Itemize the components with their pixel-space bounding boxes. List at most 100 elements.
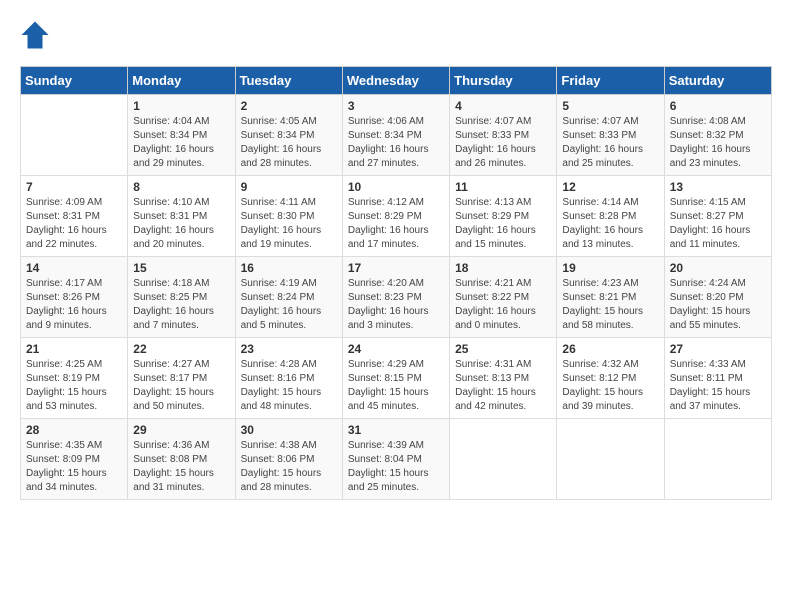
calendar-week-row: 28 Sunrise: 4:35 AM Sunset: 8:09 PM Dayli… [21, 419, 772, 500]
day-number: 28 [26, 423, 122, 437]
calendar-cell: 23 Sunrise: 4:28 AM Sunset: 8:16 PM Dayli… [235, 338, 342, 419]
weekday-header-saturday: Saturday [664, 67, 771, 95]
calendar-cell: 5 Sunrise: 4:07 AM Sunset: 8:33 PM Daylig… [557, 95, 664, 176]
day-info: Sunrise: 4:28 AM Sunset: 8:16 PM Dayligh… [241, 358, 337, 414]
day-number: 25 [455, 342, 551, 356]
day-info: Sunrise: 4:11 AM Sunset: 8:30 PM Dayligh… [241, 196, 337, 252]
day-info: Sunrise: 4:13 AM Sunset: 8:29 PM Dayligh… [455, 196, 551, 252]
day-number: 7 [26, 180, 122, 194]
day-number: 16 [241, 261, 337, 275]
day-number: 17 [348, 261, 444, 275]
day-number: 1 [133, 99, 229, 113]
calendar-cell [21, 95, 128, 176]
day-number: 13 [670, 180, 766, 194]
day-info: Sunrise: 4:07 AM Sunset: 8:33 PM Dayligh… [562, 115, 658, 171]
day-number: 8 [133, 180, 229, 194]
day-info: Sunrise: 4:23 AM Sunset: 8:21 PM Dayligh… [562, 277, 658, 333]
calendar-week-row: 7 Sunrise: 4:09 AM Sunset: 8:31 PM Daylig… [21, 176, 772, 257]
day-info: Sunrise: 4:06 AM Sunset: 8:34 PM Dayligh… [348, 115, 444, 171]
day-info: Sunrise: 4:32 AM Sunset: 8:12 PM Dayligh… [562, 358, 658, 414]
calendar-cell: 2 Sunrise: 4:05 AM Sunset: 8:34 PM Daylig… [235, 95, 342, 176]
day-info: Sunrise: 4:27 AM Sunset: 8:17 PM Dayligh… [133, 358, 229, 414]
calendar-cell: 11 Sunrise: 4:13 AM Sunset: 8:29 PM Dayli… [450, 176, 557, 257]
day-info: Sunrise: 4:29 AM Sunset: 8:15 PM Dayligh… [348, 358, 444, 414]
calendar-cell: 13 Sunrise: 4:15 AM Sunset: 8:27 PM Dayli… [664, 176, 771, 257]
day-number: 10 [348, 180, 444, 194]
calendar-week-row: 14Sunrise: 4:17 AM Sunset: 8:26 PM Dayli… [21, 257, 772, 338]
calendar-cell: 15Sunrise: 4:18 AM Sunset: 8:25 PM Dayli… [128, 257, 235, 338]
day-info: Sunrise: 4:35 AM Sunset: 8:09 PM Dayligh… [26, 439, 122, 495]
calendar-cell: 9 Sunrise: 4:11 AM Sunset: 8:30 PM Daylig… [235, 176, 342, 257]
calendar-cell: 30Sunrise: 4:38 AM Sunset: 8:06 PM Dayli… [235, 419, 342, 500]
day-info: Sunrise: 4:33 AM Sunset: 8:11 PM Dayligh… [670, 358, 766, 414]
calendar-cell: 27 Sunrise: 4:33 AM Sunset: 8:11 PM Dayli… [664, 338, 771, 419]
day-number: 20 [670, 261, 766, 275]
day-number: 29 [133, 423, 229, 437]
day-number: 21 [26, 342, 122, 356]
day-number: 30 [241, 423, 337, 437]
day-info: Sunrise: 4:08 AM Sunset: 8:32 PM Dayligh… [670, 115, 766, 171]
day-info: Sunrise: 4:05 AM Sunset: 8:34 PM Dayligh… [241, 115, 337, 171]
day-number: 22 [133, 342, 229, 356]
day-info: Sunrise: 4:14 AM Sunset: 8:28 PM Dayligh… [562, 196, 658, 252]
day-number: 11 [455, 180, 551, 194]
calendar-cell: 26 Sunrise: 4:32 AM Sunset: 8:12 PM Dayli… [557, 338, 664, 419]
day-number: 31 [348, 423, 444, 437]
day-info: Sunrise: 4:39 AM Sunset: 8:04 PM Dayligh… [348, 439, 444, 495]
day-number: 26 [562, 342, 658, 356]
calendar-cell: 17 Sunrise: 4:20 AM Sunset: 8:23 PM Dayli… [342, 257, 449, 338]
day-info: Sunrise: 4:09 AM Sunset: 8:31 PM Dayligh… [26, 196, 122, 252]
day-number: 5 [562, 99, 658, 113]
day-number: 4 [455, 99, 551, 113]
calendar-cell: 14Sunrise: 4:17 AM Sunset: 8:26 PM Dayli… [21, 257, 128, 338]
calendar-cell: 4Sunrise: 4:07 AM Sunset: 8:33 PM Daylig… [450, 95, 557, 176]
day-info: Sunrise: 4:19 AM Sunset: 8:24 PM Dayligh… [241, 277, 337, 333]
weekday-header-row: SundayMondayTuesdayWednesdayThursdayFrid… [21, 67, 772, 95]
day-info: Sunrise: 4:31 AM Sunset: 8:13 PM Dayligh… [455, 358, 551, 414]
weekday-header-monday: Monday [128, 67, 235, 95]
calendar-table: SundayMondayTuesdayWednesdayThursdayFrid… [20, 66, 772, 500]
day-info: Sunrise: 4:15 AM Sunset: 8:27 PM Dayligh… [670, 196, 766, 252]
page-header [20, 20, 772, 50]
logo [20, 20, 54, 50]
calendar-cell: 3 Sunrise: 4:06 AM Sunset: 8:34 PM Daylig… [342, 95, 449, 176]
calendar-cell [557, 419, 664, 500]
day-number: 3 [348, 99, 444, 113]
calendar-cell: 12 Sunrise: 4:14 AM Sunset: 8:28 PM Dayli… [557, 176, 664, 257]
calendar-cell [450, 419, 557, 500]
calendar-cell: 6 Sunrise: 4:08 AM Sunset: 8:32 PM Daylig… [664, 95, 771, 176]
day-info: Sunrise: 4:10 AM Sunset: 8:31 PM Dayligh… [133, 196, 229, 252]
day-number: 2 [241, 99, 337, 113]
day-info: Sunrise: 4:12 AM Sunset: 8:29 PM Dayligh… [348, 196, 444, 252]
day-info: Sunrise: 4:21 AM Sunset: 8:22 PM Dayligh… [455, 277, 551, 333]
calendar-cell: 16 Sunrise: 4:19 AM Sunset: 8:24 PM Dayli… [235, 257, 342, 338]
day-number: 9 [241, 180, 337, 194]
day-info: Sunrise: 4:18 AM Sunset: 8:25 PM Dayligh… [133, 277, 229, 333]
calendar-cell: 10 Sunrise: 4:12 AM Sunset: 8:29 PM Dayli… [342, 176, 449, 257]
calendar-cell: 29 Sunrise: 4:36 AM Sunset: 8:08 PM Dayli… [128, 419, 235, 500]
calendar-cell: 19 Sunrise: 4:23 AM Sunset: 8:21 PM Dayli… [557, 257, 664, 338]
day-number: 19 [562, 261, 658, 275]
day-info: Sunrise: 4:36 AM Sunset: 8:08 PM Dayligh… [133, 439, 229, 495]
day-info: Sunrise: 4:25 AM Sunset: 8:19 PM Dayligh… [26, 358, 122, 414]
calendar-cell: 18 Sunrise: 4:21 AM Sunset: 8:22 PM Dayli… [450, 257, 557, 338]
day-info: Sunrise: 4:24 AM Sunset: 8:20 PM Dayligh… [670, 277, 766, 333]
calendar-cell: 22 Sunrise: 4:27 AM Sunset: 8:17 PM Dayli… [128, 338, 235, 419]
weekday-header-tuesday: Tuesday [235, 67, 342, 95]
day-number: 6 [670, 99, 766, 113]
day-info: Sunrise: 4:04 AM Sunset: 8:34 PM Dayligh… [133, 115, 229, 171]
calendar-cell: 1 Sunrise: 4:04 AM Sunset: 8:34 PM Daylig… [128, 95, 235, 176]
calendar-week-row: 21 Sunrise: 4:25 AM Sunset: 8:19 PM Dayli… [21, 338, 772, 419]
weekday-header-friday: Friday [557, 67, 664, 95]
calendar-cell: 25 Sunrise: 4:31 AM Sunset: 8:13 PM Dayli… [450, 338, 557, 419]
weekday-header-thursday: Thursday [450, 67, 557, 95]
day-number: 18 [455, 261, 551, 275]
day-number: 23 [241, 342, 337, 356]
calendar-cell: 24Sunrise: 4:29 AM Sunset: 8:15 PM Dayli… [342, 338, 449, 419]
day-number: 27 [670, 342, 766, 356]
weekday-header-wednesday: Wednesday [342, 67, 449, 95]
day-info: Sunrise: 4:20 AM Sunset: 8:23 PM Dayligh… [348, 277, 444, 333]
day-number: 12 [562, 180, 658, 194]
day-number: 14 [26, 261, 122, 275]
calendar-week-row: 1 Sunrise: 4:04 AM Sunset: 8:34 PM Daylig… [21, 95, 772, 176]
